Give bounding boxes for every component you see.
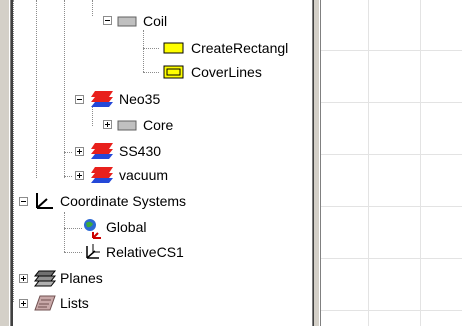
pane-splitter[interactable] (312, 0, 321, 326)
tree-line (64, 152, 72, 153)
tree-node-planes[interactable]: Planes (58, 270, 105, 286)
expand-ss430-toggle[interactable] (75, 147, 84, 156)
core-icon (117, 120, 137, 131)
tree-line (36, 0, 37, 178)
tree-line (143, 72, 159, 73)
tree-line (64, 228, 82, 229)
tree-line (143, 48, 159, 49)
relative-cs1-icon (86, 244, 100, 259)
tree-line (92, 106, 93, 126)
cover-lines-icon (163, 65, 184, 79)
tree-line (64, 176, 72, 177)
tree-line (92, 0, 93, 16)
create-rectangle-icon (163, 42, 184, 54)
ss430-icon (91, 143, 113, 159)
tree-node-coil[interactable]: Coil (141, 13, 169, 29)
planes-icon (33, 270, 57, 287)
collapse-coordinate-systems-toggle[interactable] (19, 197, 28, 206)
neo35-icon (91, 91, 113, 107)
tree-node-relative-cs1[interactable]: RelativeCS1 (104, 244, 186, 260)
tree-node-core[interactable]: Core (141, 117, 175, 133)
tree-line (64, 212, 65, 252)
tree-node-coordinate-systems[interactable]: Coordinate Systems (58, 193, 188, 209)
tree-node-ss430[interactable]: SS430 (117, 143, 163, 159)
coil-icon (117, 16, 137, 27)
tree-node-global[interactable]: Global (104, 219, 148, 235)
expand-planes-toggle[interactable] (19, 274, 28, 283)
global-icon (84, 219, 101, 239)
lists-icon (34, 295, 56, 311)
window-frame-left (0, 0, 9, 326)
collapse-neo35-toggle[interactable] (75, 95, 84, 104)
tree-line (143, 30, 144, 72)
tree-node-lists[interactable]: Lists (58, 295, 91, 311)
collapse-coil-toggle[interactable] (103, 16, 112, 25)
tree-line (64, 252, 82, 253)
expand-lists-toggle[interactable] (19, 299, 28, 308)
vacuum-icon (91, 167, 113, 183)
tree-node-cover-lines[interactable]: CoverLines (189, 64, 264, 80)
modeler-grid-viewport[interactable] (321, 0, 462, 326)
tree-line (13, 0, 14, 302)
tree-node-create-rectangle[interactable]: CreateRectangl (189, 40, 290, 56)
expand-vacuum-toggle[interactable] (75, 171, 84, 180)
coordinate-systems-icon (36, 193, 53, 209)
tree-node-neo35[interactable]: Neo35 (117, 91, 162, 107)
expand-core-toggle[interactable] (103, 120, 112, 129)
tree-node-vacuum[interactable]: vacuum (117, 167, 170, 183)
project-tree[interactable]: Coil CreateRectangl CoverLines Neo35 Cor… (13, 0, 312, 326)
